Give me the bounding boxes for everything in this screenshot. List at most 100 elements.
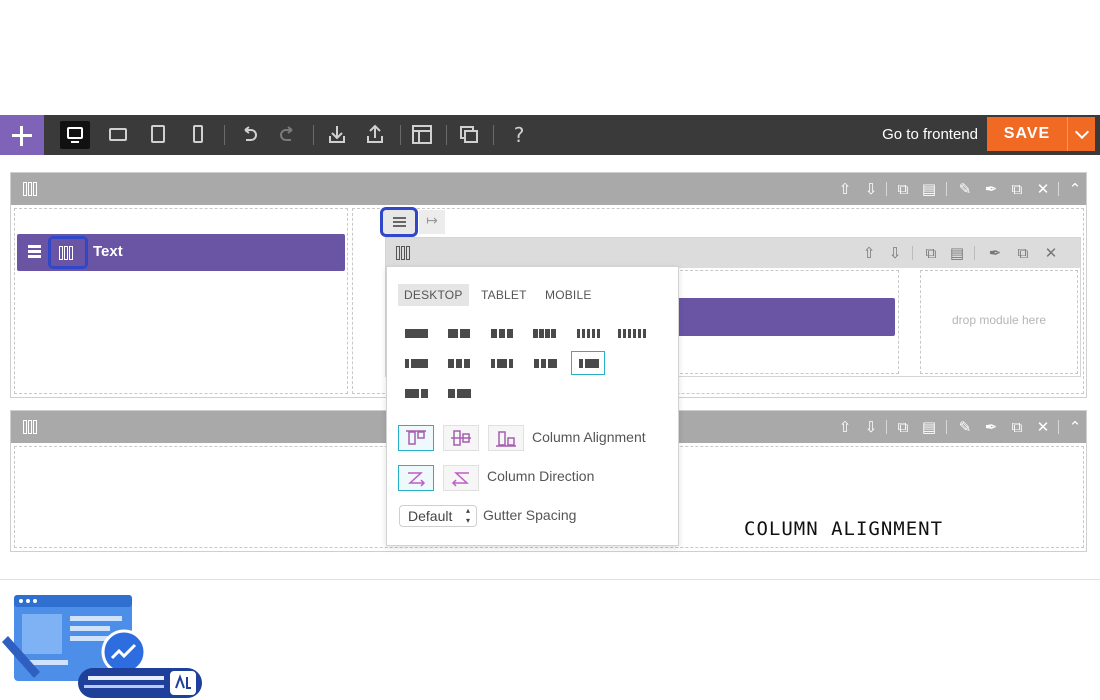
- layout-icon: [412, 125, 432, 144]
- paste-icon[interactable]: ▤: [920, 180, 938, 198]
- sub-row-toolbar: ⇧ ⇩ ⧉ ▤ ✒ ⧉ ✕: [386, 238, 1080, 268]
- layouts-button[interactable]: [407, 121, 437, 149]
- desktop-icon: [67, 127, 83, 139]
- tablet-portrait-view-button[interactable]: [143, 121, 173, 149]
- site-watermark-logo: [0, 590, 205, 700]
- tablet-landscape-icon: [109, 128, 127, 141]
- layout-2-col[interactable]: [442, 321, 476, 345]
- text-module-label: Text: [93, 243, 123, 260]
- tablet-portrait-icon: [151, 125, 165, 143]
- help-button[interactable]: ?: [504, 121, 534, 149]
- column-options-panel: DESKTOP TABLET MOBILE Column Alignment C…: [386, 266, 679, 546]
- align-middle-button[interactable]: [443, 425, 479, 451]
- edit-icon[interactable]: ✎: [956, 418, 974, 436]
- delete-icon[interactable]: ✕: [1042, 244, 1060, 262]
- gutter-spacing-select[interactable]: Default: [399, 505, 477, 527]
- duplicate-icon[interactable]: ⧉: [1014, 244, 1032, 262]
- copy-icon[interactable]: ⧉: [894, 180, 912, 198]
- annotation-caption: COLUMN ALIGNMENT: [744, 518, 944, 540]
- go-to-frontend-link[interactable]: Go to frontend: [882, 126, 978, 143]
- layout-2-1-1[interactable]: [442, 351, 476, 375]
- import-icon: [329, 126, 345, 143]
- paste-icon[interactable]: ▤: [920, 418, 938, 436]
- columns-icon: [59, 246, 75, 260]
- undo-button[interactable]: [234, 121, 264, 149]
- column-move-handle[interactable]: ↦: [419, 210, 445, 234]
- export-icon: [367, 124, 383, 143]
- columns-icon[interactable]: [396, 246, 412, 260]
- drop-module-placeholder: drop module here: [951, 313, 1047, 327]
- duplicate-icon: [460, 126, 478, 143]
- columns-button-highlight[interactable]: [48, 236, 88, 269]
- builder-toolbar: ? Go to frontend SAVE: [0, 115, 1100, 155]
- export-icon[interactable]: ⇧: [836, 418, 854, 436]
- tab-mobile[interactable]: MOBILE: [539, 284, 598, 306]
- add-module-button[interactable]: [0, 115, 44, 155]
- columns-icon[interactable]: [23, 420, 39, 434]
- import-icon[interactable]: ⇩: [862, 418, 880, 436]
- delete-icon[interactable]: ✕: [1034, 180, 1052, 198]
- column-direction-label: Column Direction: [487, 468, 595, 484]
- direction-rtl-icon: [451, 472, 469, 487]
- mobile-icon: [193, 125, 203, 143]
- text-module-2[interactable]: [675, 298, 895, 336]
- column-options-handle[interactable]: [380, 207, 418, 237]
- tab-tablet[interactable]: TABLET: [475, 284, 533, 306]
- layout-1-3-2-3[interactable]: [442, 381, 476, 405]
- save-options-dropdown[interactable]: [1067, 117, 1095, 151]
- column-alignment-label: Column Alignment: [532, 429, 646, 445]
- layout-6-col[interactable]: [614, 321, 648, 345]
- mobile-view-button[interactable]: [183, 121, 213, 149]
- layout-1-col[interactable]: [399, 321, 433, 345]
- direction-ltr-icon: [408, 472, 426, 487]
- columns-icon[interactable]: [23, 182, 39, 196]
- copy-icon[interactable]: ⧉: [922, 244, 940, 262]
- layout-1-3-selected[interactable]: [571, 351, 605, 375]
- gutter-spacing-label: Gutter Spacing: [483, 507, 577, 523]
- tablet-landscape-view-button[interactable]: [103, 121, 133, 149]
- redo-button[interactable]: [273, 121, 303, 149]
- import-button[interactable]: [322, 121, 352, 149]
- import-icon[interactable]: ⇩: [862, 180, 880, 198]
- save-button[interactable]: SAVE: [987, 117, 1067, 151]
- export-button[interactable]: [360, 121, 390, 149]
- menu-icon[interactable]: [28, 245, 41, 259]
- duplicate-icon[interactable]: ⧉: [1008, 418, 1026, 436]
- help-icon: ?: [513, 123, 525, 147]
- direction-rtl-button[interactable]: [443, 465, 479, 491]
- align-top-icon: [406, 430, 426, 445]
- import-icon[interactable]: ⇩: [886, 244, 904, 262]
- tab-desktop[interactable]: DESKTOP: [398, 284, 469, 306]
- layout-2-3-1-3[interactable]: [399, 381, 433, 405]
- layout-1-1-2[interactable]: [528, 351, 562, 375]
- layout-3-col[interactable]: [485, 321, 519, 345]
- row-toolbar: ⇧ ⇩ ⧉ ▤ ✎ ✒ ⧉ ✕ ⌃: [11, 173, 1086, 205]
- collapse-icon[interactable]: ⌃: [1066, 418, 1084, 436]
- align-top-button[interactable]: [398, 425, 434, 451]
- layout-4-col[interactable]: [528, 321, 562, 345]
- layout-1-4-3-4[interactable]: [399, 351, 433, 375]
- direction-ltr-button[interactable]: [398, 465, 434, 491]
- export-icon[interactable]: ⇧: [836, 180, 854, 198]
- copy-icon[interactable]: ⧉: [894, 418, 912, 436]
- undo-icon: [244, 126, 257, 141]
- delete-icon[interactable]: ✕: [1034, 418, 1052, 436]
- align-middle-icon: [451, 430, 471, 446]
- duplicate-page-button[interactable]: [454, 121, 484, 149]
- sub-row-actions: ⇧ ⇩ ⧉ ▤ ✒ ⧉ ✕: [860, 244, 1070, 262]
- paste-icon[interactable]: ▤: [948, 244, 966, 262]
- style-icon[interactable]: ✒: [986, 244, 1004, 262]
- export-icon[interactable]: ⇧: [860, 244, 878, 262]
- style-icon[interactable]: ✒: [982, 418, 1000, 436]
- redo-icon: [280, 126, 293, 141]
- desktop-view-button[interactable]: [60, 121, 90, 149]
- layout-1-2-1[interactable]: [485, 351, 519, 375]
- collapse-icon[interactable]: ⌃: [1066, 180, 1084, 198]
- style-icon[interactable]: ✒: [982, 180, 1000, 198]
- edit-icon[interactable]: ✎: [956, 180, 974, 198]
- align-bottom-button[interactable]: [488, 425, 524, 451]
- layout-5-col[interactable]: [571, 321, 605, 345]
- align-bottom-icon: [496, 431, 516, 447]
- duplicate-icon[interactable]: ⧉: [1008, 180, 1026, 198]
- arrow-right-icon: ↦: [426, 213, 438, 229]
